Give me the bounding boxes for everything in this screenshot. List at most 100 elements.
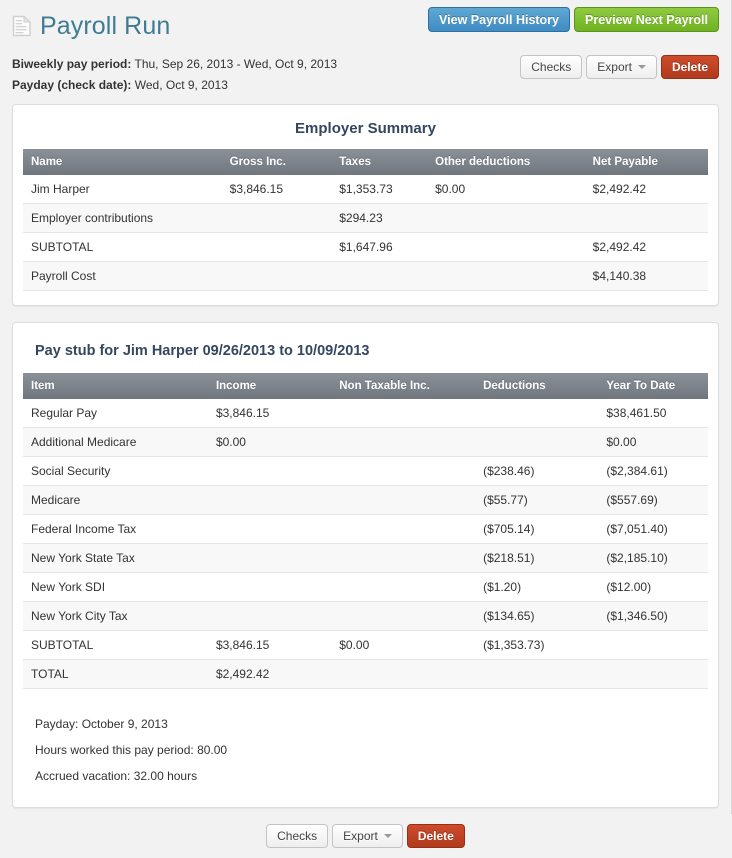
page-title: Payroll Run	[40, 12, 171, 40]
toolbar-bottom: Checks Export Delete	[0, 824, 731, 858]
employer-summary-card: Employer Summary Name Gross Inc. Taxes O…	[12, 104, 719, 306]
cell-item: SUBTOTAL	[23, 630, 208, 660]
header-actions: View Payroll History Preview Next Payrol…	[428, 7, 719, 32]
pay-stub-table: Item Income Non Taxable Inc. Deductions …	[23, 373, 708, 689]
table-row: New York SDI ($1.20) ($12.00)	[23, 572, 708, 602]
table-row: New York City Tax ($134.65) ($1,346.50)	[23, 601, 708, 631]
employer-summary-table: Name Gross Inc. Taxes Other deductions N…	[23, 149, 708, 291]
export-label-top: Export	[597, 60, 632, 74]
cell-ytd: ($2,185.10)	[598, 543, 708, 573]
cell-ytd	[598, 659, 708, 689]
note-hours-worked: Hours worked this pay period: 80.00	[35, 743, 228, 757]
cell-taxes: $294.23	[331, 203, 428, 233]
cell-deductions: ($55.77)	[475, 485, 599, 515]
export-button-top[interactable]: Export	[586, 55, 657, 79]
cell-income: $3,846.15	[207, 399, 332, 428]
cell-non-taxable	[331, 572, 476, 602]
cell-ytd: ($7,051.40)	[598, 514, 708, 544]
cell-non-taxable	[331, 659, 476, 689]
view-payroll-history-button[interactable]: View Payroll History	[428, 7, 571, 32]
table-row: SUBTOTAL $1,647.96 $2,492.42	[23, 232, 708, 262]
cell-other-deductions	[427, 203, 585, 233]
table-row: Additional Medicare $0.00 $0.00	[23, 427, 708, 457]
table-row: Regular Pay $3,846.15 $38,461.50	[23, 399, 708, 428]
cell-item: Federal Income Tax	[23, 514, 208, 544]
export-label-bottom: Export	[343, 829, 378, 843]
checks-button-top[interactable]: Checks	[520, 55, 583, 79]
cell-item: New York SDI	[23, 572, 208, 602]
table-row: Jim Harper $3,846.15 $1,353.73 $0.00 $2,…	[23, 175, 708, 204]
cell-ytd: ($557.69)	[598, 485, 708, 515]
pay-period-value: Thu, Sep 26, 2013 - Wed, Oct 9, 2013	[134, 57, 338, 71]
cell-income	[207, 601, 332, 631]
note-accrued-vacation: Accrued vacation: 32.00 hours	[35, 769, 198, 783]
column-header-income: Income	[207, 373, 332, 399]
cell-name: SUBTOTAL	[23, 232, 222, 262]
cell-ytd: $38,461.50	[598, 399, 708, 428]
column-header-name: Name	[23, 149, 222, 175]
table-row: New York State Tax ($218.51) ($2,185.10)	[23, 543, 708, 573]
table-row: Federal Income Tax ($705.14) ($7,051.40)	[23, 514, 708, 544]
cell-gross-inc	[221, 203, 332, 233]
column-header-net-payable: Net Payable	[584, 149, 708, 175]
table-row: TOTAL $2,492.42	[23, 659, 708, 689]
page-header: Payroll Run View Payroll History Preview…	[0, 0, 731, 104]
preview-next-payroll-button[interactable]: Preview Next Payroll	[574, 7, 719, 32]
cell-other-deductions: $0.00	[427, 175, 585, 204]
cell-other-deductions	[427, 232, 585, 262]
payday-label: Payday (check date):	[12, 78, 132, 92]
chevron-down-icon	[383, 834, 392, 838]
cell-item: Regular Pay	[23, 399, 208, 428]
pay-period-label: Biweekly pay period:	[12, 57, 132, 71]
column-header-item: Item	[23, 373, 208, 399]
cell-taxes: $1,647.96	[331, 232, 428, 262]
document-icon	[12, 15, 32, 37]
delete-button-bottom[interactable]: Delete	[406, 824, 465, 848]
cell-income: $2,492.42	[207, 659, 332, 689]
cell-non-taxable	[331, 514, 476, 544]
cell-item: New York City Tax	[23, 601, 208, 631]
cell-non-taxable	[331, 601, 476, 631]
cell-income	[207, 543, 332, 573]
pay-stub-title: Pay stub for Jim Harper 09/26/2013 to 10…	[35, 343, 370, 359]
cell-non-taxable: $0.00	[331, 630, 476, 660]
cell-item: TOTAL	[23, 659, 208, 689]
delete-button-top[interactable]: Delete	[660, 55, 719, 79]
table-header-row: Item Income Non Taxable Inc. Deductions …	[23, 373, 708, 399]
cell-deductions: ($705.14)	[475, 514, 599, 544]
chevron-down-icon	[637, 65, 646, 69]
cell-name: Jim Harper	[23, 175, 222, 204]
payroll-run-page: Payroll Run View Payroll History Preview…	[0, 0, 732, 848]
cell-gross-inc	[221, 261, 332, 291]
column-header-gross-inc: Gross Inc.	[221, 149, 332, 175]
column-header-year-to-date: Year To Date	[598, 373, 708, 399]
cell-non-taxable	[331, 427, 476, 457]
cell-ytd: $0.00	[598, 427, 708, 457]
cell-net-payable	[584, 203, 708, 233]
table-row: Social Security ($238.46) ($2,384.61)	[23, 456, 708, 486]
cell-other-deductions	[427, 261, 585, 291]
cell-taxes	[331, 261, 428, 291]
column-header-other-deductions: Other deductions	[427, 149, 585, 175]
cell-deductions	[475, 427, 599, 457]
cell-item: Medicare	[23, 485, 208, 515]
payday-value: Wed, Oct 9, 2013	[134, 78, 228, 92]
table-header-row: Name Gross Inc. Taxes Other deductions N…	[23, 149, 708, 175]
cell-ytd	[598, 630, 708, 660]
export-button-bottom[interactable]: Export	[332, 824, 403, 848]
pay-stub-card: Pay stub for Jim Harper 09/26/2013 to 10…	[12, 322, 719, 808]
cell-ytd: ($12.00)	[598, 572, 708, 602]
checks-button-bottom[interactable]: Checks	[266, 824, 329, 848]
table-row: SUBTOTAL $3,846.15 $0.00 ($1,353.73)	[23, 630, 708, 660]
employer-summary-title: Employer Summary	[295, 120, 436, 137]
column-header-non-taxable-inc: Non Taxable Inc.	[331, 373, 476, 399]
table-row: Employer contributions $294.23	[23, 203, 708, 233]
cell-non-taxable	[331, 543, 476, 573]
cell-gross-inc	[221, 232, 332, 262]
table-row: Payroll Cost $4,140.38	[23, 261, 708, 291]
column-header-taxes: Taxes	[331, 149, 428, 175]
cell-deductions: ($238.46)	[475, 456, 599, 486]
cell-item: Additional Medicare	[23, 427, 208, 457]
cell-income	[207, 485, 332, 515]
pay-stub-notes: Payday: October 9, 2013 Hours worked thi…	[23, 689, 708, 793]
